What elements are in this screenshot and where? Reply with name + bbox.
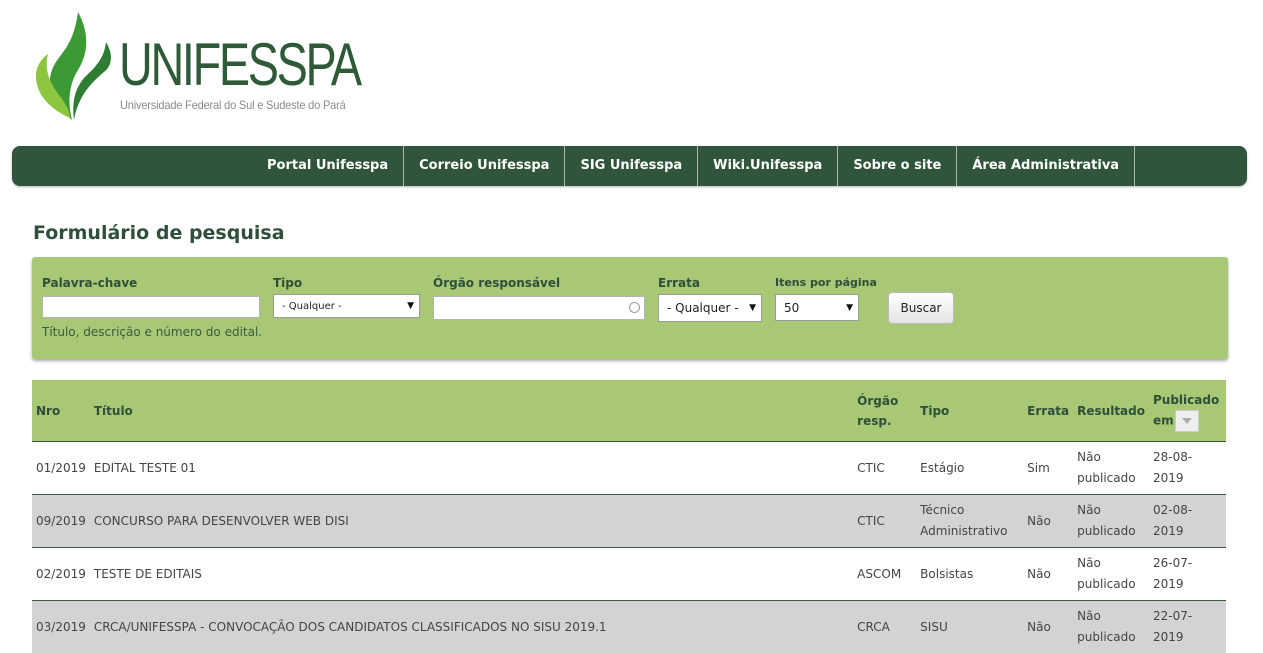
keyword-input[interactable] bbox=[42, 296, 260, 318]
header-errata[interactable]: Errata bbox=[1023, 380, 1073, 442]
cell-publicado: 02-08-2019 bbox=[1149, 495, 1226, 548]
table-row: 01/2019 EDITAL TESTE 01 CTIC Estágio Sim… bbox=[32, 442, 1226, 495]
nav-item-portal[interactable]: Portal Unifesspa bbox=[252, 146, 404, 186]
cell-orgao: CTIC bbox=[853, 442, 916, 495]
nav-item-correio[interactable]: Correio Unifesspa bbox=[404, 146, 565, 186]
nav-item-admin[interactable]: Área Administrativa bbox=[957, 146, 1135, 186]
errata-select[interactable]: - Qualquer - ▼ bbox=[658, 294, 762, 322]
table-row: 03/2019 CRCA/UNIFESSPA - CONVOCAÇÃO DOS … bbox=[32, 601, 1226, 653]
results-table: Nro Título Órgão resp. Tipo Errata Resul… bbox=[32, 380, 1226, 653]
nav-list: Portal Unifesspa Correio Unifesspa SIG U… bbox=[252, 146, 1135, 186]
header-tipo[interactable]: Tipo bbox=[916, 380, 1023, 442]
cell-tipo: SISU bbox=[916, 601, 1023, 653]
orgao-label: Órgão responsável bbox=[433, 276, 560, 290]
header-orgao-line1: Órgão bbox=[857, 394, 898, 408]
errata-label: Errata bbox=[658, 276, 700, 290]
chevron-down-icon: ▼ bbox=[407, 301, 414, 311]
cell-nro: 01/2019 bbox=[32, 442, 90, 495]
leaf-logo-icon bbox=[34, 12, 114, 122]
keyword-hint: Título, descrição e número do edital. bbox=[42, 325, 262, 339]
main-navbar: Portal Unifesspa Correio Unifesspa SIG U… bbox=[12, 146, 1247, 186]
header-nro[interactable]: Nro bbox=[32, 380, 90, 442]
brand-subtitle: Universidade Federal do Sul e Sudeste do… bbox=[120, 98, 346, 112]
cell-orgao: CRCA bbox=[853, 601, 916, 653]
table-row: 02/2019 TESTE DE EDITAIS ASCOM Bolsistas… bbox=[32, 548, 1226, 601]
tipo-select[interactable]: - Qualquer - ▼ bbox=[273, 294, 420, 318]
cell-publicado: 26-07-2019 bbox=[1149, 548, 1226, 601]
search-form: Palavra-chave Título, descrição e número… bbox=[32, 257, 1228, 359]
tipo-label: Tipo bbox=[273, 276, 302, 290]
cell-orgao: CTIC bbox=[853, 495, 916, 548]
header-resultado[interactable]: Resultado bbox=[1073, 380, 1149, 442]
cell-titulo[interactable]: CONCURSO PARA DESENVOLVER WEB DISI bbox=[90, 495, 853, 548]
header-publicado[interactable]: Publicado em bbox=[1149, 380, 1226, 442]
cell-resultado: Não publicado bbox=[1073, 495, 1149, 548]
cell-resultado: Não publicado bbox=[1073, 442, 1149, 495]
search-button[interactable]: Buscar bbox=[888, 292, 954, 324]
tipo-select-value: - Qualquer - bbox=[282, 301, 342, 312]
cell-orgao: ASCOM bbox=[853, 548, 916, 601]
header-orgao-line2: resp. bbox=[857, 414, 891, 428]
autocomplete-throbber-icon bbox=[629, 302, 640, 313]
site-logo[interactable]: UNIFESSPA Universidade Federal do Sul e … bbox=[34, 12, 354, 122]
keyword-label: Palavra-chave bbox=[42, 276, 137, 290]
sort-desc-icon[interactable] bbox=[1175, 410, 1199, 432]
cell-resultado: Não publicado bbox=[1073, 601, 1149, 653]
brand-name: UNIFESSPA bbox=[119, 35, 360, 95]
nav-item-sobre[interactable]: Sobre o site bbox=[838, 146, 957, 186]
header-titulo[interactable]: Título bbox=[90, 380, 853, 442]
chevron-down-icon: ▼ bbox=[846, 303, 853, 313]
cell-titulo[interactable]: CRCA/UNIFESSPA - CONVOCAÇÃO DOS CANDIDAT… bbox=[90, 601, 853, 653]
cell-publicado: 22-07-2019 bbox=[1149, 601, 1226, 653]
page-title: Formulário de pesquisa bbox=[33, 222, 285, 244]
cell-publicado: 28-08-2019 bbox=[1149, 442, 1226, 495]
nav-item-sig[interactable]: SIG Unifesspa bbox=[565, 146, 698, 186]
cell-nro: 03/2019 bbox=[32, 601, 90, 653]
errata-select-value: - Qualquer - bbox=[667, 301, 739, 315]
cell-nro: 09/2019 bbox=[32, 495, 90, 548]
itens-label: Itens por página bbox=[775, 276, 877, 289]
header-publicado-line1: Publicado bbox=[1153, 393, 1219, 407]
cell-nro: 02/2019 bbox=[32, 548, 90, 601]
cell-tipo: Estágio bbox=[916, 442, 1023, 495]
header-orgao[interactable]: Órgão resp. bbox=[853, 380, 916, 442]
chevron-down-icon: ▼ bbox=[749, 303, 756, 313]
cell-errata: Sim bbox=[1023, 442, 1073, 495]
cell-errata: Não bbox=[1023, 548, 1073, 601]
table-header-row: Nro Título Órgão resp. Tipo Errata Resul… bbox=[32, 380, 1226, 442]
cell-errata: Não bbox=[1023, 601, 1073, 653]
cell-tipo: Técnico Administrativo bbox=[916, 495, 1023, 548]
cell-titulo[interactable]: TESTE DE EDITAIS bbox=[90, 548, 853, 601]
table-row: 09/2019 CONCURSO PARA DESENVOLVER WEB DI… bbox=[32, 495, 1226, 548]
itens-select[interactable]: 50 ▼ bbox=[775, 294, 859, 321]
orgao-autocomplete-input[interactable] bbox=[433, 296, 645, 320]
header-publicado-line2: em bbox=[1153, 413, 1174, 427]
cell-errata: Não bbox=[1023, 495, 1073, 548]
cell-tipo: Bolsistas bbox=[916, 548, 1023, 601]
itens-select-value: 50 bbox=[784, 301, 799, 315]
nav-item-wiki[interactable]: Wiki.Unifesspa bbox=[698, 146, 838, 186]
cell-titulo[interactable]: EDITAL TESTE 01 bbox=[90, 442, 853, 495]
cell-resultado: Não publicado bbox=[1073, 548, 1149, 601]
